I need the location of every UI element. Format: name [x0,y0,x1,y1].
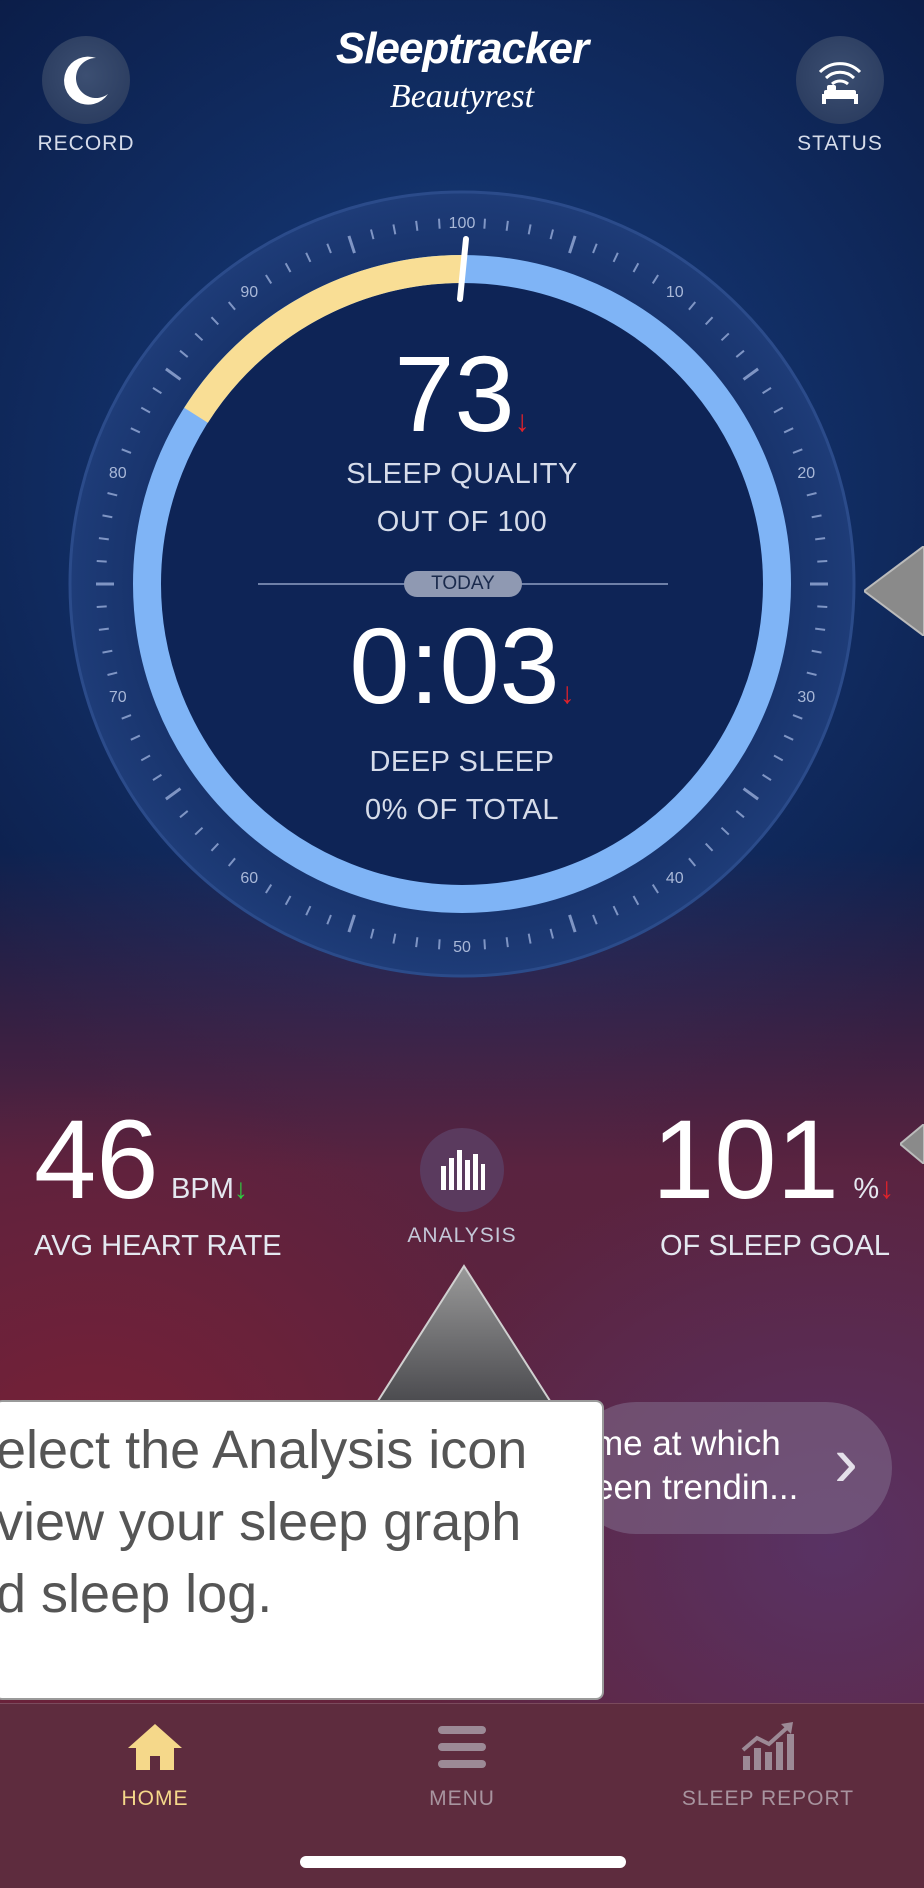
dial-tick [505,937,509,948]
dial-tick-label: 100 [449,215,476,232]
sleep-goal-label: OF SLEEP GOAL [660,1230,890,1262]
dial-tick [483,218,486,229]
dial-tick-label: 30 [797,689,815,706]
heart-rate-down-arrow-icon: ↓ [233,1173,248,1204]
heart-rate-unit: BPM [171,1173,234,1205]
sleep-quality-value: 73 [394,333,515,454]
chevron-right-icon: › [834,1422,858,1502]
dial-tick [815,537,826,541]
tab-menu[interactable]: MENU [387,1722,537,1811]
dial-tick [96,605,107,608]
house-icon [128,1724,182,1770]
heart-rate-label: AVG HEART RATE [34,1230,282,1262]
dial-tick [438,218,441,229]
dial-tick [415,220,419,231]
insight-line-2: een trendin... [594,1468,799,1507]
deep-sleep-sub: 0% OF TOTAL [364,794,560,826]
sub-brand-name: Beautyrest [389,78,535,115]
sleep-goal-unit: % [853,1173,880,1205]
analysis-label: ANALYSIS [407,1224,517,1247]
dial-tick [415,937,419,948]
callout-line-3: d sleep log. [0,1564,273,1624]
dial-tick-label: 60 [240,870,258,887]
bed-wifi-icon [818,62,862,104]
dial-tick [483,939,486,950]
dial-tick [98,537,109,541]
moon-icon [64,56,108,105]
callout-line-2: view your sleep graph [0,1492,522,1552]
record-label: RECORD [37,132,135,155]
analysis-icon-circle [420,1128,504,1212]
trend-chart-icon [741,1722,794,1770]
dial-tick-label: 10 [666,284,684,301]
dial-tick-label: 70 [109,689,127,706]
dial-tick-label: 50 [453,939,471,956]
brand-name: Sleeptracker [335,24,589,73]
app-logo: Sleeptracker Beautyrest [282,24,642,116]
sleep-quality-block: 73↓ [162,340,762,448]
tab-sleep-report[interactable]: SLEEP REPORT [668,1722,868,1811]
deep-sleep-value: 0:03 [349,605,560,726]
hamburger-icon [438,1726,486,1768]
today-label: TODAY [431,573,495,594]
dial-tick-label: 20 [797,465,815,482]
heart-rate-value: 46 [34,1097,159,1222]
status-label: STATUS [797,132,883,155]
sleep-goal-value: 101 [652,1097,839,1222]
heart-rate-stat[interactable]: 46 BPM↓ AVG HEART RATE [34,1104,334,1263]
tooltip-callout[interactable]: elect the Analysis icon view your sleep … [0,1400,604,1700]
sleep-quality-sub: OUT OF 100 [376,506,548,538]
callout-pointer [374,1264,554,1404]
right-pointer-triangle [864,546,924,636]
tab-home-label: HOME [121,1787,189,1810]
tab-sleep-report-label: SLEEP REPORT [681,1787,855,1810]
dial-tick-label: 80 [109,465,127,482]
dial-tick [96,560,107,563]
dial-tick [817,605,828,608]
today-badge: TODAY [404,571,522,597]
sleep-goal-stat[interactable]: 101 %↓ OF SLEEP GOAL [652,1104,912,1263]
deep-sleep-down-arrow-icon: ↓ [559,677,575,710]
analysis-button[interactable]: ANALYSIS [402,1128,522,1248]
dial-tick-label: 90 [240,284,258,301]
dial-tick [438,939,441,950]
home-indicator [300,1856,626,1868]
record-button[interactable] [42,36,130,124]
bar-chart-icon [441,1150,485,1190]
status-button[interactable] [796,36,884,124]
dial-tick [98,627,109,631]
callout-line-1: elect the Analysis icon [0,1420,528,1480]
dial-tick [505,220,509,231]
dial-tick-label: 40 [666,870,684,887]
dial-tick [817,560,828,563]
deep-sleep-block: 0:03↓ [162,612,762,720]
insight-card[interactable]: me at which een trendin... › [570,1402,892,1534]
tab-home[interactable]: HOME [80,1722,230,1811]
insight-line-1: me at which [594,1424,781,1463]
sleep-goal-down-arrow-icon: ↓ [879,1172,895,1205]
deep-sleep-label: DEEP SLEEP [369,746,555,778]
tab-menu-label: MENU [429,1787,495,1810]
sleep-quality-label: SLEEP QUALITY [346,458,578,490]
sleep-quality-down-arrow-icon: ↓ [514,405,530,438]
dial-tick [815,627,826,631]
